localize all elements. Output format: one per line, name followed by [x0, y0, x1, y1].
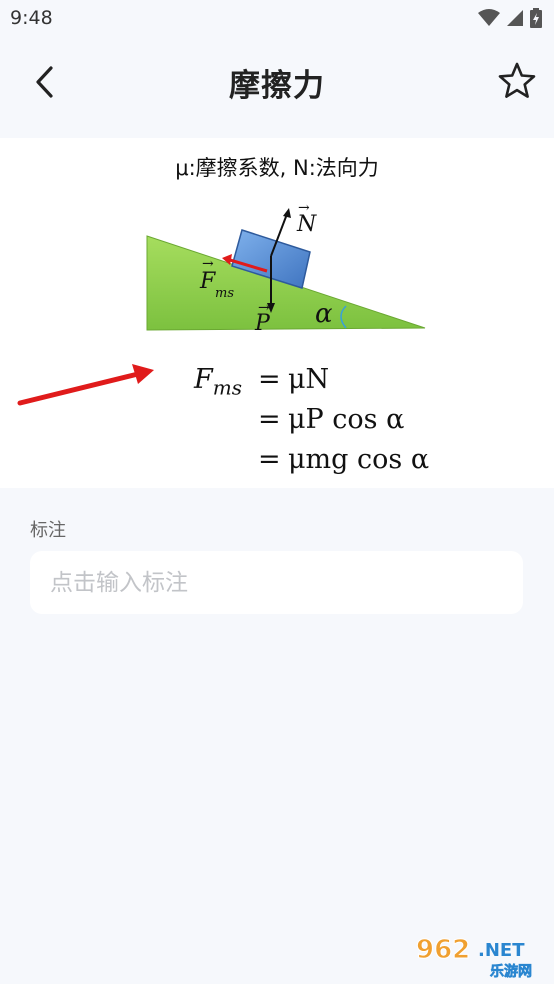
app-bar: 摩擦力	[0, 36, 554, 128]
label-angle: α	[315, 299, 333, 329]
friction-formula: Fms = μN = μP cos α = μmg cos α	[194, 364, 429, 484]
formula-row: Fms = μN	[194, 364, 429, 404]
status-time: 9:48	[10, 7, 53, 29]
formula-equals: =	[258, 444, 281, 475]
favorite-button[interactable]	[496, 60, 538, 102]
status-bar: 9:48	[0, 0, 554, 36]
cellular-signal-icon	[507, 10, 523, 26]
watermark-subtitle: 乐游网	[490, 963, 532, 980]
status-icons	[478, 8, 542, 28]
label-F-sub: ms	[215, 286, 234, 301]
pointer-arrowhead	[132, 364, 154, 384]
label-F: F	[199, 269, 216, 294]
label-N-vector: →	[298, 200, 310, 216]
label-F-vector: →	[202, 256, 214, 272]
formula-rhs: μP cos α	[288, 404, 405, 435]
wifi-icon	[478, 9, 500, 26]
normal-force-arrowhead	[283, 208, 291, 218]
page-title: 摩擦力	[229, 67, 325, 104]
formula-equals: =	[258, 364, 281, 395]
label-P-vector: →	[258, 300, 270, 316]
back-button[interactable]	[24, 62, 64, 102]
formula-card: μ:摩擦系数, N:法向力 N → F → ms P → α Fms = μN …	[0, 138, 554, 488]
watermark-suffix: .NET	[478, 940, 525, 961]
formula-equals: =	[258, 404, 281, 435]
battery-icon	[530, 8, 542, 28]
star-outline-icon	[498, 62, 536, 98]
chevron-left-icon	[36, 66, 53, 98]
site-watermark-logo: 962 .NET 乐游网	[416, 935, 533, 981]
formula-lhs: Fms	[194, 364, 242, 400]
annotation-input[interactable]	[30, 551, 523, 614]
annotation-label: 标注	[30, 520, 66, 541]
formula-row: = μmg cos α	[194, 444, 429, 484]
formula-rhs: μmg cos α	[288, 444, 430, 475]
formula-rhs: μN	[288, 364, 330, 395]
watermark-number: 962	[416, 935, 470, 965]
formula-row: = μP cos α	[194, 404, 429, 444]
pointer-arrow	[17, 371, 141, 406]
